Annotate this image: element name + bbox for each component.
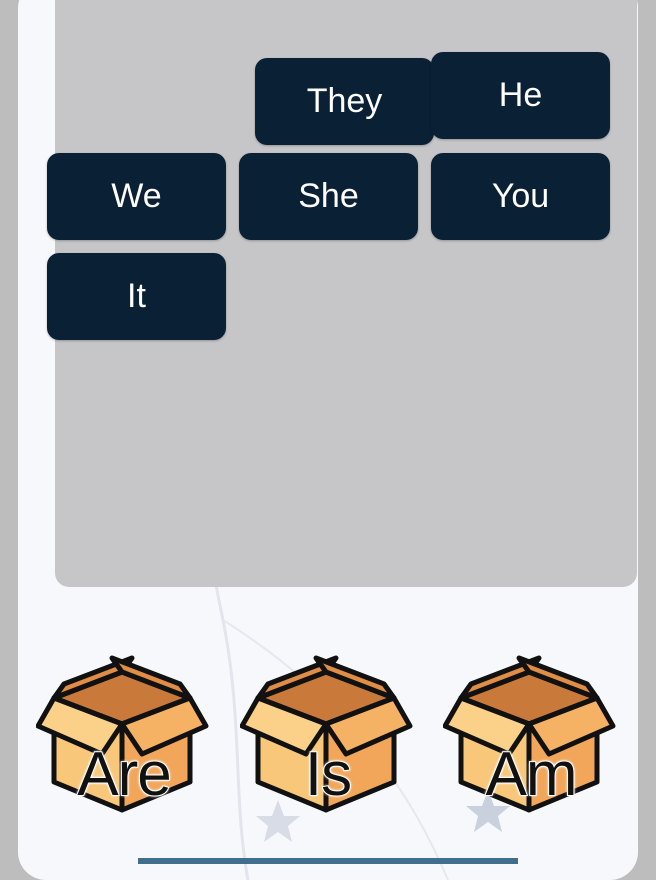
verb-box-am[interactable]: Am xyxy=(443,650,619,825)
verb-box-are[interactable]: Are xyxy=(36,650,212,825)
pronoun-tile-she[interactable]: She xyxy=(239,153,418,240)
verb-box-is[interactable]: Is xyxy=(240,650,416,825)
pronoun-tile-it[interactable]: It xyxy=(47,253,226,340)
pronoun-tile-you[interactable]: You xyxy=(431,153,610,240)
bottom-strip xyxy=(138,858,518,864)
box-label-are: Are xyxy=(76,739,172,810)
game-frame: They He We She You It Are Is Am xyxy=(18,0,638,880)
box-label-am: Am xyxy=(485,739,579,810)
box-label-is: Is xyxy=(304,739,353,810)
pronoun-tile-they[interactable]: They xyxy=(255,58,434,145)
pronoun-tile-we[interactable]: We xyxy=(47,153,226,240)
pronoun-tile-he[interactable]: He xyxy=(431,52,610,139)
